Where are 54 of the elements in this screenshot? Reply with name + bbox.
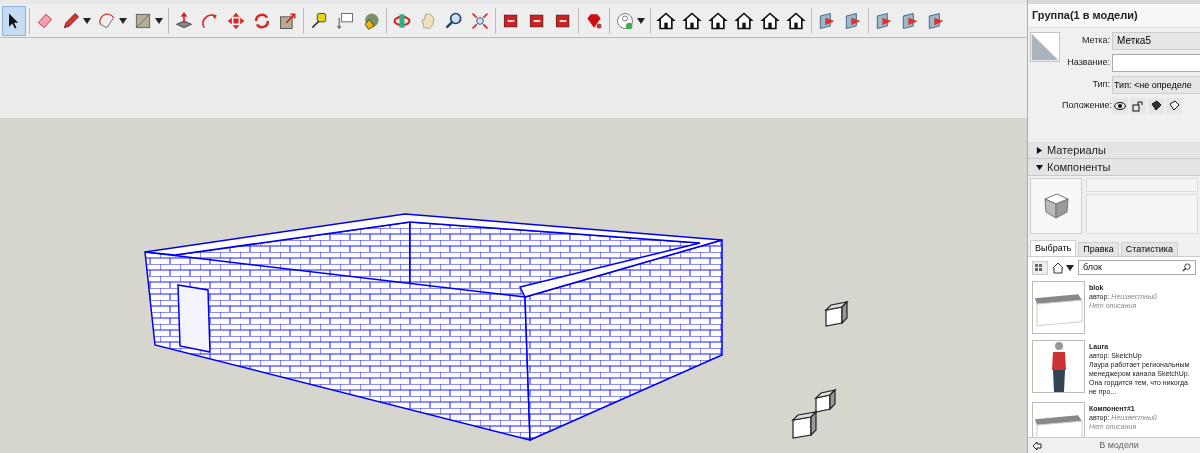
field-label: Метка: — [1080, 34, 1110, 48]
caret-icon — [637, 17, 645, 24]
view-options-button[interactable] — [1032, 260, 1048, 275]
receive-shadow-icon[interactable] — [1166, 98, 1182, 114]
cast-shadow-icon[interactable] — [1148, 98, 1164, 114]
field-label: Тип: — [1091, 78, 1110, 92]
cube-drawing — [824, 300, 849, 327]
back-arrow-icon[interactable] — [1032, 440, 1042, 451]
tape-measure-icon — [309, 10, 329, 31]
house-icon — [786, 10, 806, 31]
component-thumbnail[interactable] — [1032, 340, 1085, 393]
caret-icon — [83, 17, 91, 24]
cube-drawing — [814, 388, 837, 413]
panel-tab[interactable]: Правка — [1078, 242, 1119, 256]
user-icon — [615, 10, 635, 31]
toolbar-button[interactable] — [2, 5, 26, 36]
grid-icon — [1035, 263, 1045, 272]
caret-icon — [119, 17, 127, 24]
panel-tab[interactable]: Выбрать — [1030, 240, 1077, 256]
field-label: Название: — [1066, 56, 1110, 70]
four-arrows-icon — [226, 10, 246, 31]
type-field: Тип: <не определе — [1112, 76, 1200, 94]
house-icon — [682, 10, 702, 31]
expand-arrows-icon — [470, 10, 490, 31]
panel-tab[interactable]: Статистика — [1120, 242, 1178, 256]
house-icon — [760, 10, 780, 31]
panel-section-header[interactable]: Компоненты — [1028, 159, 1200, 176]
material-swatch-icon — [1030, 32, 1060, 62]
cube-icon — [1041, 191, 1071, 221]
home-button[interactable] — [1052, 260, 1074, 275]
caret-down-icon — [1036, 163, 1043, 171]
field-label: Положение: — [1062, 99, 1110, 113]
tag-dropdown[interactable]: Метка5 — [1112, 32, 1200, 50]
rotate-arrows-icon — [252, 10, 272, 31]
component-thumbnail[interactable] — [1032, 281, 1085, 334]
zoom-icon — [444, 10, 464, 31]
eye-icon[interactable] — [1112, 98, 1128, 114]
text-label-icon — [335, 10, 355, 31]
search-icon — [1182, 263, 1191, 272]
cube-drawing — [791, 410, 818, 439]
caret-icon — [1066, 264, 1074, 271]
search-field[interactable]: блок — [1078, 260, 1196, 275]
pencil-icon — [61, 10, 81, 31]
lock-icon[interactable] — [1130, 98, 1146, 114]
caret-right-icon — [1036, 146, 1043, 154]
footer-label: В модели — [1098, 438, 1140, 452]
entity-title: Группа(1 в модели) — [1032, 8, 1138, 24]
house-icon — [1052, 261, 1064, 274]
panel-section-header[interactable]: Материалы — [1028, 142, 1200, 159]
box-arrow-icon — [174, 10, 194, 31]
house-icon — [708, 10, 728, 31]
house-icon — [656, 10, 676, 31]
caret-icon — [155, 17, 163, 24]
house-icon — [734, 10, 754, 31]
